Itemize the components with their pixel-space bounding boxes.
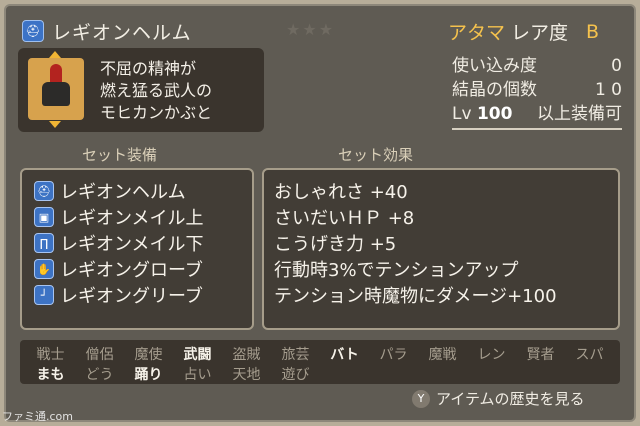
item-title-row: ⛑ レギオンヘルム: [22, 18, 192, 44]
job: 武闘: [183, 347, 212, 363]
helm-icon: ⛑: [22, 20, 44, 42]
set-item-name: レギオンヘルム: [60, 182, 186, 203]
job: まも: [36, 367, 65, 383]
set-effects-list: おしゃれさ +40 さいだいＨＰ +8 こうげき力 +5 行動時3%でテンション…: [274, 178, 557, 308]
job: どう: [85, 367, 114, 383]
divider: [452, 128, 622, 130]
level-row: Lv 100 以上装備可: [452, 102, 622, 126]
set-item-name: レギオンメイル下: [60, 234, 204, 255]
set-effect: さいだいＨＰ +8: [274, 208, 415, 229]
job: 占い: [183, 367, 212, 383]
set-effects-panel: おしゃれさ +40 さいだいＨＰ +8 こうげき力 +5 行動時3%でテンション…: [262, 168, 620, 330]
job: 賢者: [526, 347, 555, 363]
set-effect: おしゃれさ +40: [274, 182, 408, 203]
equippable-jobs: 戦士 僧侶 魔使 武闘 盗賊 旅芸 バト パラ 魔戦 レン 賢者 スパ まも ど…: [20, 340, 620, 384]
body-armor-icon: ▣: [34, 207, 54, 227]
set-item[interactable]: ▣ レギオンメイル上: [34, 204, 203, 230]
level-value: 100: [476, 104, 513, 124]
crystal-label: 結晶の個数: [452, 80, 537, 100]
crystal-value: 1 0: [594, 80, 622, 100]
jobs-row: 戦士 僧侶 魔使 武闘 盗賊 旅芸 バト パラ 魔戦 レン 賢者 スパ: [26, 344, 614, 364]
set-item[interactable]: ⛑ レギオンヘルム: [34, 178, 203, 204]
set-effect: こうげき力 +5: [274, 234, 397, 255]
job: パラ: [379, 347, 408, 363]
set-item[interactable]: ✋ レギオングローブ: [34, 256, 203, 282]
job: 魔使: [134, 347, 163, 363]
rarity-stars: ★★★: [286, 20, 336, 39]
rarity-label: レア度: [511, 22, 569, 44]
slot-label: アタマ: [448, 22, 506, 44]
item-portrait: [28, 58, 84, 120]
set-item-name: レギオングローブ: [60, 260, 203, 281]
glove-icon: ✋: [34, 259, 54, 279]
job: バト: [330, 347, 359, 363]
job: レン: [477, 347, 506, 363]
set-effects-heading: セット効果: [338, 146, 414, 164]
set-effect: 行動時3%でテンションアップ: [274, 260, 519, 281]
job: 遊び: [281, 367, 310, 383]
level-requirement: Lv 100: [452, 102, 512, 126]
set-item[interactable]: ∏ レギオンメイル下: [34, 230, 203, 256]
scroll-down-arrow-icon[interactable]: [49, 121, 61, 128]
usage-value: 0: [611, 56, 622, 76]
watermark: ファミ通.com: [2, 410, 73, 423]
crystal-row: 結晶の個数 1 0: [452, 78, 622, 102]
slot-rarity: アタマ レア度 B: [448, 18, 599, 45]
set-item-name: レギオンメイル上: [60, 208, 204, 229]
job: 旅芸: [281, 347, 310, 363]
set-effect: テンション時魔物にダメージ+100: [274, 286, 557, 307]
set-item-name: レギオングリーブ: [60, 286, 203, 307]
item-history-button[interactable]: Y アイテムの歴史を見る: [412, 388, 585, 409]
helm-icon: ⛑: [34, 181, 54, 201]
item-name: レギオンヘルム: [52, 21, 192, 44]
item-description-box: 不屈の精神が 燃え猛る武人の モヒカンかぶと: [18, 48, 264, 132]
set-equipment-panel: ⛑ レギオンヘルム ▣ レギオンメイル上 ∏ レギオンメイル下 ✋ レギオングロ…: [20, 168, 254, 330]
set-item[interactable]: ┘ レギオングリーブ: [34, 282, 203, 308]
job: 戦士: [36, 347, 65, 363]
level-prefix: Lv: [452, 104, 472, 124]
rarity-rank: B: [586, 20, 600, 43]
job: 魔戦: [428, 347, 457, 363]
item-description: 不屈の精神が 燃え猛る武人の モヒカンかぶと: [100, 58, 212, 124]
jobs-row: まも どう 踊り 占い 天地 遊び: [26, 364, 320, 384]
job: 天地: [232, 367, 261, 383]
description-line: 燃え猛る武人の: [100, 81, 213, 100]
usage-label: 使い込み度: [452, 56, 537, 76]
item-stats: 使い込み度 0 結晶の個数 1 0 Lv 100 以上装備可: [452, 54, 622, 130]
description-line: モヒカンかぶと: [100, 103, 213, 122]
set-equipment-heading: セット装備: [82, 146, 158, 164]
usage-row: 使い込み度 0: [452, 54, 622, 78]
job: スパ: [575, 347, 604, 363]
set-equipment-list: ⛑ レギオンヘルム ▣ レギオンメイル上 ∏ レギオンメイル下 ✋ レギオングロ…: [34, 178, 203, 308]
y-button-icon: Y: [412, 389, 430, 408]
scroll-up-arrow-icon[interactable]: [49, 51, 61, 58]
leg-armor-icon: ∏: [34, 233, 54, 253]
boot-icon: ┘: [34, 285, 54, 305]
job: 盗賊: [232, 347, 261, 363]
level-suffix: 以上装備可: [537, 104, 622, 124]
item-history-label: アイテムの歴史を見る: [436, 390, 585, 408]
job: 僧侶: [85, 347, 114, 363]
helmet-body: [42, 82, 70, 106]
description-line: 不屈の精神が: [100, 59, 197, 78]
job: 踊り: [134, 367, 163, 383]
